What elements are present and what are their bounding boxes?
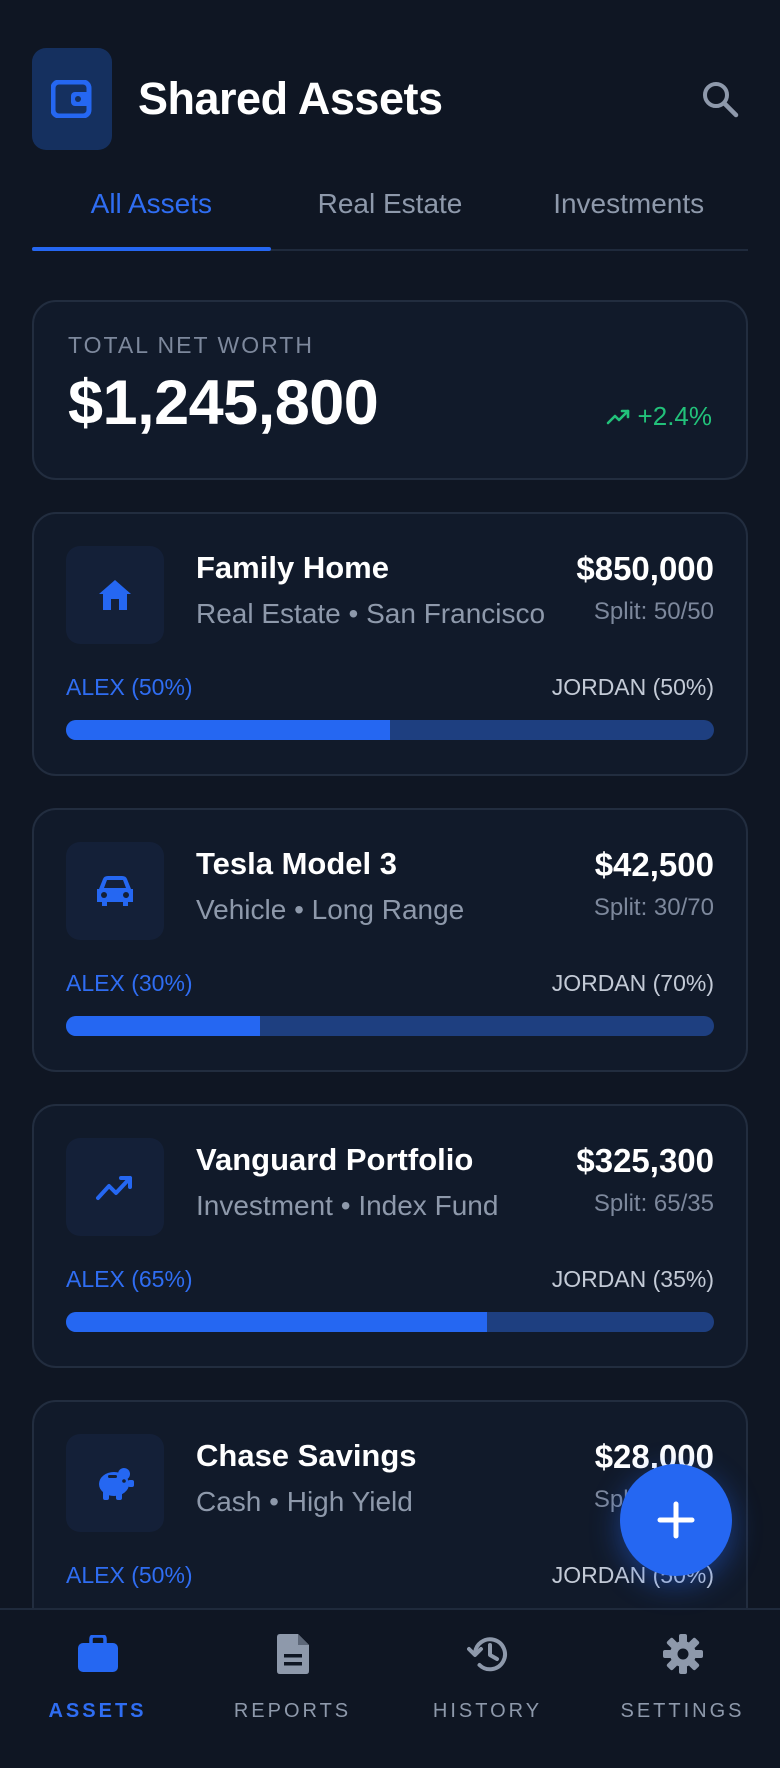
page-title: Shared Assets — [138, 73, 443, 124]
wallet-icon — [32, 48, 112, 150]
nav-label: ASSETS — [48, 1700, 147, 1722]
ownership-bar-fill — [66, 720, 390, 740]
nav-settings[interactable]: SETTINGS — [585, 1610, 780, 1768]
owner-alex-share: ALEX (30%) — [66, 970, 193, 996]
gear-icon — [662, 1632, 704, 1676]
asset-value: $325,300 — [576, 1142, 714, 1179]
asset-name: Tesla Model 3 — [196, 846, 397, 881]
asset-subtitle: Investment • Index Fund — [196, 1190, 499, 1221]
owner-alex-share: ALEX (65%) — [66, 1266, 193, 1292]
nav-label: REPORTS — [233, 1700, 352, 1722]
owner-alex-share: ALEX (50%) — [66, 1562, 193, 1588]
nav-label: HISTORY — [432, 1700, 543, 1722]
house-icon — [66, 546, 164, 644]
owner-jordan-share: JORDAN (70%) — [551, 970, 714, 996]
asset-split: Split: 30/70 — [593, 894, 714, 921]
nav-history[interactable]: HISTORY — [390, 1610, 585, 1768]
asset-value: $42,500 — [594, 846, 714, 883]
asset-card-family-home[interactable]: Family Home Real Estate • San Francisco … — [32, 512, 748, 776]
asset-subtitle: Cash • High Yield — [196, 1486, 413, 1517]
change-percent: +2.4% — [637, 401, 712, 431]
asset-value: $850,000 — [576, 550, 714, 587]
asset-card-vanguard[interactable]: Vanguard Portfolio Investment • Index Fu… — [32, 1104, 748, 1368]
asset-tabs: All Assets Real Estate Investments — [32, 165, 748, 251]
asset-card-tesla[interactable]: Tesla Model 3 Vehicle • Long Range $42,5… — [32, 808, 748, 1072]
asset-split: Split: 50/50 — [593, 598, 714, 625]
bottom-navigation: ASSETS REPORTS HISTORY SETTINGS — [0, 1608, 780, 1768]
trending-up-icon — [606, 409, 629, 424]
asset-name: Chase Savings — [196, 1438, 417, 1473]
owner-alex-share: ALEX (50%) — [66, 674, 193, 700]
nav-label: SETTINGS — [620, 1700, 745, 1722]
screen: Shared Assets All Assets Real Estate Inv… — [0, 0, 780, 1768]
plus-icon — [657, 1501, 695, 1539]
net-worth-card: TOTAL NET WORTH $1,245,800 +2.4% — [32, 300, 748, 480]
document-icon — [276, 1632, 310, 1676]
search-icon — [703, 82, 739, 118]
add-asset-button[interactable] — [620, 1464, 732, 1576]
nav-reports[interactable]: REPORTS — [195, 1610, 390, 1768]
ownership-bar-fill — [66, 1312, 488, 1332]
ownership-bar — [66, 720, 714, 740]
tab-real-estate[interactable]: Real Estate — [271, 165, 510, 249]
history-icon — [466, 1632, 509, 1676]
asset-name: Family Home — [196, 550, 389, 585]
ownership-bar — [66, 1312, 714, 1332]
owner-jordan-share: JORDAN (35%) — [551, 1266, 714, 1292]
owner-jordan-share: JORDAN (50%) — [551, 674, 714, 700]
asset-subtitle: Vehicle • Long Range — [196, 894, 465, 925]
tab-all-assets[interactable]: All Assets — [32, 165, 271, 251]
ownership-bar — [66, 1016, 714, 1036]
tab-investments[interactable]: Investments — [509, 165, 748, 249]
car-icon — [66, 842, 164, 940]
asset-name: Vanguard Portfolio — [196, 1142, 474, 1177]
asset-subtitle: Real Estate • San Francisco — [196, 598, 546, 629]
app-header: Shared Assets — [32, 48, 748, 150]
nav-assets[interactable]: ASSETS — [0, 1610, 195, 1768]
trending-up-icon — [66, 1138, 164, 1236]
asset-split: Split: 65/35 — [593, 1190, 714, 1217]
piggy-bank-icon — [66, 1434, 164, 1532]
briefcase-icon — [77, 1632, 119, 1676]
ownership-bar-fill — [66, 1016, 261, 1036]
net-worth-change: +2.4% — [606, 401, 712, 432]
net-worth-label: TOTAL NET WORTH — [68, 332, 314, 358]
search-button[interactable] — [692, 71, 748, 127]
